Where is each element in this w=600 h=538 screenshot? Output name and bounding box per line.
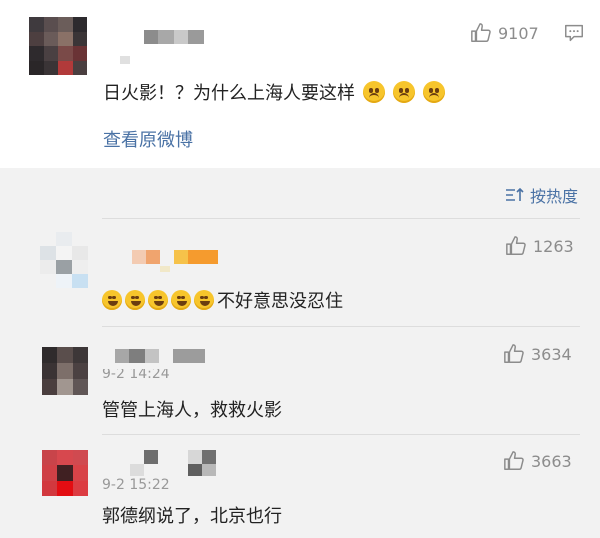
post-like-button[interactable]: 9107 <box>470 22 539 44</box>
laughing-face-icon <box>194 290 214 310</box>
avatar[interactable] <box>42 347 88 395</box>
comment-like-button[interactable]: 3663 <box>503 450 572 472</box>
avatar[interactable] <box>40 232 88 288</box>
comment-text: 不好意思没忍住 <box>102 287 343 313</box>
laughing-face-icon <box>148 290 168 310</box>
comment-text: 郭德纲说了，北京也行 <box>102 506 282 527</box>
laughing-face-icon <box>171 290 191 310</box>
comment-like-count: 3634 <box>531 344 572 364</box>
comment-text: 管管上海人，救救火影 <box>102 400 282 421</box>
comment-like-button[interactable]: 3634 <box>503 343 572 365</box>
timestamp: 9-2 15:22 <box>102 477 170 493</box>
timestamp: 9-2 14:24 <box>102 369 170 380</box>
frowning-face-icon <box>363 81 385 103</box>
thumbs-up-icon <box>506 236 526 255</box>
username-masked[interactable] <box>115 349 205 363</box>
username-masked-mark <box>120 56 130 64</box>
frowning-face-icon <box>423 81 445 103</box>
comment-like-button[interactable]: 1263 <box>505 235 574 257</box>
sort-icon <box>505 187 524 201</box>
comment-like-count: 3663 <box>531 451 572 471</box>
frowning-face-icon <box>393 81 415 103</box>
thumbs-up-icon <box>504 451 524 470</box>
post-like-count: 9107 <box>498 23 539 43</box>
avatar[interactable] <box>42 450 88 496</box>
post-text: 日火影！？为什么上海人要这样 <box>103 78 445 106</box>
thumbs-up-icon <box>471 23 491 42</box>
username-masked[interactable] <box>144 30 204 44</box>
divider <box>102 218 580 219</box>
divider <box>102 326 580 327</box>
post-text-body: 日火影！？为什么上海人要这样 <box>103 83 355 104</box>
username-masked[interactable] <box>130 450 216 480</box>
comment-icon[interactable] <box>563 22 585 44</box>
view-original-post-link[interactable]: 查看原微博 <box>103 126 193 152</box>
laughing-face-icon <box>125 290 145 310</box>
divider <box>102 434 580 435</box>
thumbs-up-icon <box>504 344 524 363</box>
comment-text-body: 不好意思没忍住 <box>217 291 343 312</box>
username-masked[interactable] <box>132 250 218 264</box>
avatar[interactable] <box>29 17 87 75</box>
comment-like-count: 1263 <box>533 236 574 256</box>
sort-label: 按热度 <box>529 187 578 206</box>
laughing-face-icon <box>102 290 122 310</box>
username-masked-mark <box>160 266 170 272</box>
sort-by-hot-button[interactable]: 按热度 <box>505 183 578 207</box>
